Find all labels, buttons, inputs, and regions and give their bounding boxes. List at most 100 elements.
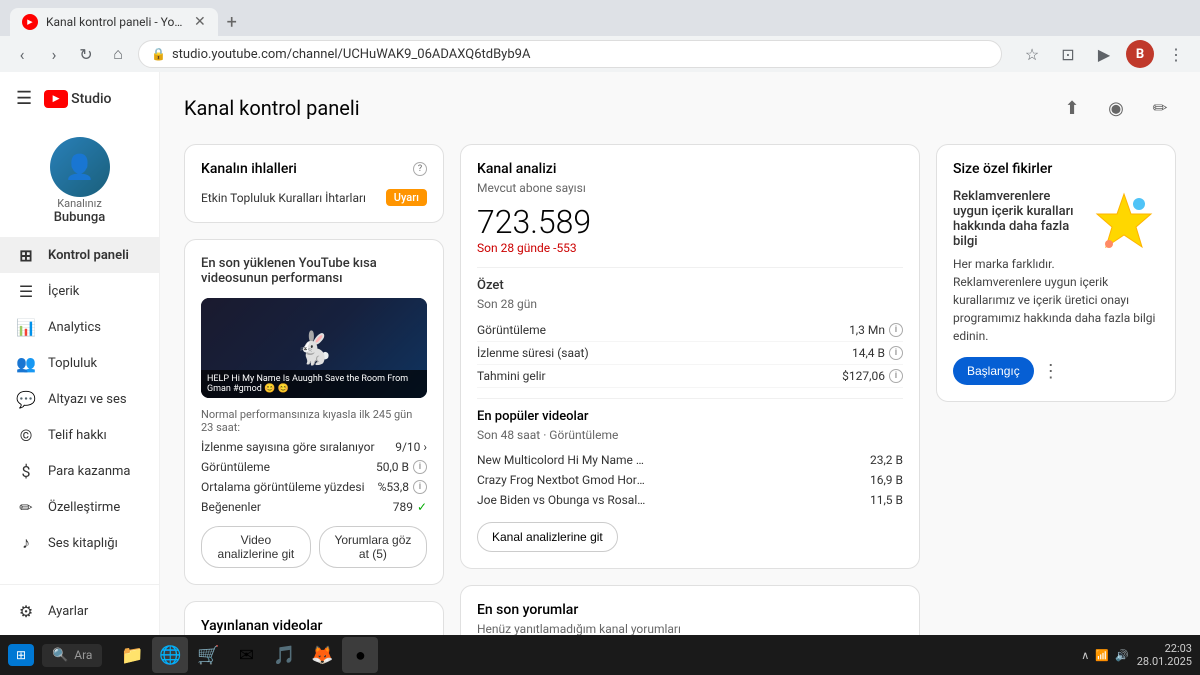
taskbar-network-icon: 📶 bbox=[1095, 649, 1109, 662]
sidebar-item-label: Analytics bbox=[48, 320, 101, 335]
info-icon: i bbox=[889, 323, 903, 337]
avatar: 👤 bbox=[50, 137, 110, 197]
metric-row: Görüntüleme 1,3 Mn i bbox=[477, 319, 903, 342]
analytics-card: Kanal analizi Mevcut abone sayısı 723.58… bbox=[460, 144, 920, 569]
sidebar-item-customize[interactable]: ✏ Özelleştirme bbox=[0, 489, 159, 525]
page-actions: ⬆ ◉ ✏ bbox=[1056, 92, 1176, 124]
new-tab-button[interactable]: + bbox=[218, 8, 246, 36]
sidebar-item-label: Para kazanma bbox=[48, 464, 130, 479]
taskbar-app-firefox[interactable]: 🦊 bbox=[304, 637, 340, 673]
upload-button[interactable]: ⬆ bbox=[1056, 92, 1088, 124]
buttons-row: Video analizlerine git Yorumlara göz at … bbox=[201, 526, 427, 568]
sidebar-item-copyright[interactable]: © Telif hakkı bbox=[0, 417, 159, 453]
sidebar-item-settings[interactable]: ⚙ Ayarlar bbox=[0, 593, 159, 629]
ideas-more-button[interactable]: ⋮ bbox=[1042, 361, 1060, 382]
taskbar-app-media[interactable]: 🎵 bbox=[266, 637, 302, 673]
stat-row: İzlenme sayısına göre sıralanıyor 9/10 › bbox=[201, 440, 427, 454]
date-display: 28.01.2025 bbox=[1137, 655, 1192, 668]
studio-text: Studio bbox=[71, 91, 111, 107]
extensions-icon[interactable]: ⊡ bbox=[1054, 40, 1082, 68]
sidebar-item-audiolib[interactable]: ♪ Ses kitaplığı bbox=[0, 525, 159, 561]
address-bar[interactable]: 🔒 studio.youtube.com/channel/UCHuWAK9_06… bbox=[138, 40, 1002, 68]
analytics-header: Kanal analizi bbox=[477, 161, 903, 177]
metric-value: 1,3 Mn i bbox=[849, 323, 903, 337]
dashboard-grid: Kanalın ihlalleri ? Etkin Topluluk Kural… bbox=[184, 144, 1176, 675]
sidebar-item-label: Özelleştirme bbox=[48, 500, 120, 515]
taskbar-app-mail[interactable]: ✉ bbox=[228, 637, 264, 673]
browser-nav: ‹ › ↻ ⌂ 🔒 studio.youtube.com/channel/UCH… bbox=[0, 36, 1200, 72]
violations-header: Kanalın ihlalleri ? bbox=[201, 161, 427, 177]
nav-right: ☆ ⊡ ▶ B ⋮ bbox=[1018, 40, 1190, 68]
taskbar-apps: 📁 🌐 🛒 ✉ 🎵 🦊 ● bbox=[114, 637, 378, 673]
sidebar-item-label: Kontrol paneli bbox=[48, 248, 129, 263]
taskbar-app-explorer[interactable]: 📁 bbox=[114, 637, 150, 673]
sidebar-item-monetize[interactable]: $ Para kazanma bbox=[0, 453, 159, 489]
yt-icon bbox=[44, 90, 68, 108]
column-1: Kanalın ihlalleri ? Etkin Topluluk Kural… bbox=[184, 144, 444, 675]
back-button[interactable]: ‹ bbox=[10, 42, 34, 66]
yt-icon[interactable]: ▶ bbox=[1090, 40, 1118, 68]
taskbar-right: ∧ 📶 🔊 22:03 28.01.2025 bbox=[1081, 642, 1192, 668]
time-display: 22:03 bbox=[1137, 642, 1192, 655]
stat-name: Ortalama görüntüleme yüzdesi bbox=[201, 480, 365, 494]
home-button[interactable]: ⌂ bbox=[106, 42, 130, 66]
taskbar-app-browser[interactable]: 🌐 bbox=[152, 637, 188, 673]
ideas-card: Size özel fikirler Reklamverenlere uygun… bbox=[936, 144, 1176, 402]
subscribers-change: Son 28 günde -553 bbox=[477, 241, 903, 255]
sidebar-item-label: İçerik bbox=[48, 284, 79, 299]
sidebar-item-analytics[interactable]: 📊 Analytics bbox=[0, 309, 159, 345]
sidebar-item-label: Telif hakkı bbox=[48, 428, 107, 443]
sidebar-logo: ☰ Studio bbox=[0, 80, 159, 117]
stat-row: Görüntüleme 50,0 B i bbox=[201, 460, 427, 474]
menu-button[interactable]: ⋮ bbox=[1162, 40, 1190, 68]
tab-close-button[interactable]: ✕ bbox=[194, 14, 206, 30]
star-graphic bbox=[1089, 189, 1159, 259]
live-button[interactable]: ◉ bbox=[1100, 92, 1132, 124]
taskbar: ⊞ 🔍 Ara 📁 🌐 🛒 ✉ 🎵 🦊 ● ∧ 📶 🔊 22:03 28.01.… bbox=[0, 635, 1200, 675]
video-analytics-button[interactable]: Video analizlerine git bbox=[201, 526, 311, 568]
column-2: Kanal analizi Mevcut abone sayısı 723.58… bbox=[460, 144, 920, 675]
taskbar-up-icon[interactable]: ∧ bbox=[1081, 649, 1089, 662]
settings-icon: ⚙ bbox=[16, 601, 36, 621]
ideas-text: Her marka farklıdır. Reklamverenlere uyg… bbox=[953, 255, 1159, 345]
sidebar-item-dashboard[interactable]: ⊞ Kontrol paneli bbox=[0, 237, 159, 273]
column-3: Size özel fikirler Reklamverenlere uygun… bbox=[936, 144, 1176, 675]
sidebar-item-subtitles[interactable]: 💬 Altyazı ve ses bbox=[0, 381, 159, 417]
video-views: 11,5 B bbox=[870, 493, 903, 507]
analytics-title: Kanal analizi bbox=[477, 161, 556, 177]
profile-button[interactable]: B bbox=[1126, 40, 1154, 68]
sidebar-item-content[interactable]: ☰ İçerik bbox=[0, 273, 159, 309]
taskbar-app-store[interactable]: 🛒 bbox=[190, 637, 226, 673]
metric-row: Tahmini gelir $127,06 i bbox=[477, 365, 903, 388]
reload-button[interactable]: ↻ bbox=[74, 42, 98, 66]
stat-value: 789 ✓ bbox=[393, 500, 427, 514]
start-button[interactable]: ⊞ bbox=[8, 644, 34, 666]
sidebar-item-label: Topluluk bbox=[48, 356, 97, 371]
stat-name: Beğenenler bbox=[201, 500, 261, 514]
tab-favicon bbox=[22, 14, 38, 30]
stat-value: 9/10 › bbox=[395, 440, 427, 454]
summary-period: Son 28 gün bbox=[477, 297, 903, 311]
subscribers-count: 723.589 bbox=[477, 203, 903, 241]
taskbar-volume-icon[interactable]: 🔊 bbox=[1115, 649, 1129, 662]
taskbar-app-chrome[interactable]: ● bbox=[342, 637, 378, 673]
taskbar-search[interactable]: 🔍 Ara bbox=[42, 644, 102, 667]
channel-profile: 👤 Kanalınız Bubunga bbox=[0, 125, 159, 237]
sidebar-item-community[interactable]: 👥 Topluluk bbox=[0, 345, 159, 381]
taskbar-icons: ∧ 📶 🔊 bbox=[1081, 649, 1128, 662]
violations-help-icon[interactable]: ? bbox=[413, 162, 427, 176]
forward-button[interactable]: › bbox=[42, 42, 66, 66]
popular-title: En popüler videolar bbox=[477, 409, 903, 424]
hamburger-menu[interactable]: ☰ bbox=[16, 88, 32, 109]
comments-button[interactable]: Yorumlara göz at (5) bbox=[319, 526, 427, 568]
active-tab[interactable]: Kanal kontrol paneli - YouTub… ✕ bbox=[10, 8, 218, 36]
channel-analytics-button[interactable]: Kanal analizlerine git bbox=[477, 522, 618, 552]
page-header: Kanal kontrol paneli ⬆ ◉ ✏ bbox=[184, 92, 1176, 124]
warning-badge: Uyarı bbox=[386, 189, 427, 206]
published-title: Yayınlanan videolar bbox=[201, 618, 427, 634]
bookmark-icon[interactable]: ☆ bbox=[1018, 40, 1046, 68]
ideas-start-button[interactable]: Başlangıç bbox=[953, 357, 1034, 385]
analytics-subtitle: Mevcut abone sayısı bbox=[477, 181, 903, 195]
metric-name: İzlenme süresi (saat) bbox=[477, 346, 589, 360]
edit-button[interactable]: ✏ bbox=[1144, 92, 1176, 124]
